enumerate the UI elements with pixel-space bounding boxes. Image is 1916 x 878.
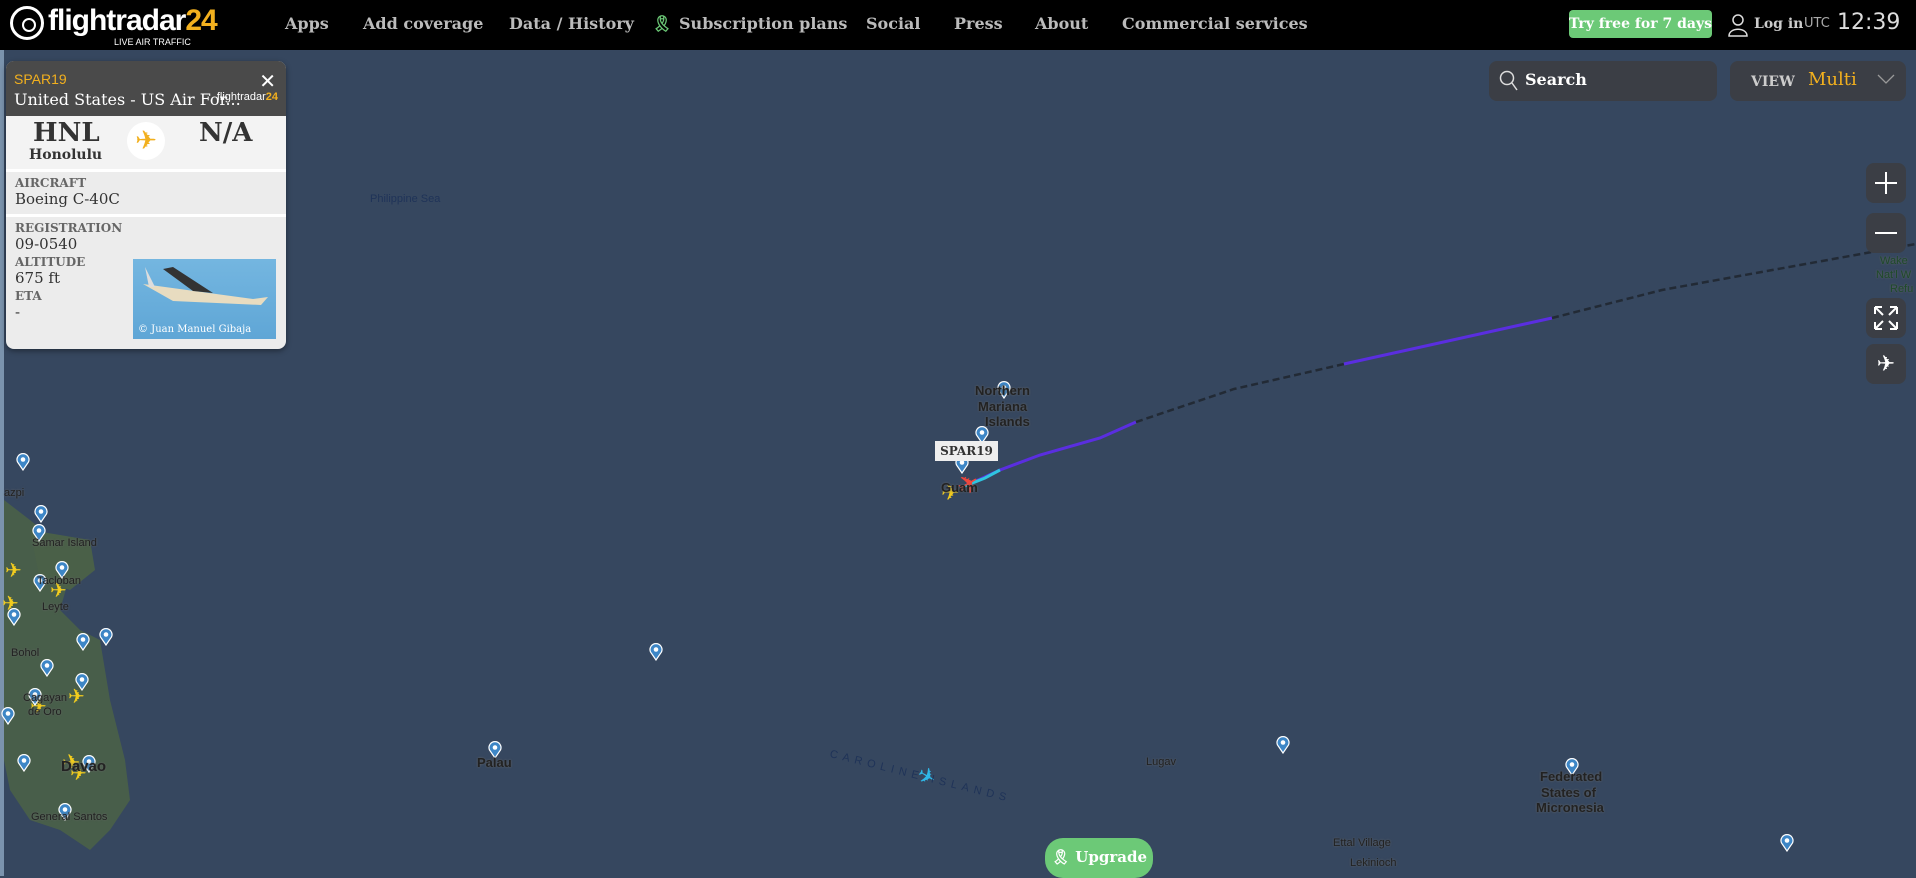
map-label: States of — [1541, 785, 1596, 800]
location-pin-icon[interactable] — [7, 608, 21, 626]
location-pin-icon[interactable] — [16, 453, 30, 471]
award-icon: 🎗 — [652, 14, 673, 33]
map-label: Leyte — [42, 601, 69, 613]
chevron-down-icon — [1877, 74, 1895, 84]
expand-icon — [1874, 306, 1898, 330]
map-label: Lekinioch — [1350, 857, 1397, 869]
map-label: Ettal Village — [1333, 837, 1391, 849]
map-label: Cagayan — [23, 692, 68, 704]
location-pin-icon[interactable] — [75, 673, 89, 691]
nav-apps[interactable]: Apps — [285, 14, 329, 33]
flightradar24-logo[interactable]: flightradar24 LIVE AIR TRAFFIC — [8, 4, 218, 48]
map-label: Federated — [1540, 769, 1603, 784]
view-label: VIEW — [1751, 74, 1795, 90]
map-label: General Santos — [31, 811, 108, 823]
search-icon — [1499, 70, 1518, 91]
upgrade-label: Upgrade — [1075, 848, 1147, 866]
close-icon[interactable]: ✕ — [259, 69, 276, 93]
map-label: Palau — [477, 755, 512, 770]
location-pin-icon[interactable] — [34, 505, 48, 523]
map-label: Guam — [941, 480, 978, 495]
nav-commercial-services[interactable]: Commercial services — [1122, 14, 1308, 33]
aircraft-photo[interactable]: © Juan Manuel Gibaja — [133, 259, 276, 339]
view-selector[interactable]: VIEW Multi — [1730, 61, 1906, 101]
map-label: Nat'l W — [1876, 269, 1912, 281]
user-icon[interactable] — [1728, 13, 1748, 37]
nav-press[interactable]: Press — [954, 14, 1003, 33]
flight-track-estimated-2 — [1551, 242, 1916, 320]
search-input[interactable]: Search — [1489, 61, 1717, 101]
aircraft-section: AIRCRAFT Boeing C-40C — [6, 172, 286, 217]
map-label: Philippine Sea — [370, 193, 441, 205]
location-pin-icon[interactable] — [649, 643, 663, 661]
try-free-button[interactable]: Try free for 7 days — [1569, 10, 1712, 38]
map-label: Lugav — [1146, 756, 1176, 768]
flight-panel-header: SPAR19 United States - US Air For... ✕ f… — [6, 61, 286, 116]
aircraft-label: AIRCRAFT — [15, 176, 87, 190]
search-placeholder: Search — [1525, 70, 1587, 89]
clock: 12:39 — [1837, 10, 1901, 35]
minus-icon — [1875, 232, 1897, 234]
aircraft-type: Boeing C-40C — [15, 190, 120, 208]
route-section: HNL Honolulu ✈ N/A — [6, 116, 286, 172]
map-label: Northern — [975, 383, 1030, 398]
map-label: Micronesia — [1536, 800, 1604, 815]
fullscreen-button[interactable] — [1866, 298, 1906, 338]
upgrade-button[interactable]: 🎗 Upgrade — [1045, 838, 1153, 878]
aircraft-callsign-label[interactable]: SPAR19 — [935, 441, 998, 461]
location-pin-icon[interactable] — [1276, 736, 1290, 754]
login-link[interactable]: Log in — [1754, 16, 1803, 32]
view-value: Multi — [1808, 69, 1857, 90]
origin-city: Honolulu — [29, 147, 103, 163]
nav-subscription-plans[interactable]: Subscription plans — [679, 14, 847, 33]
zoom-in-button[interactable] — [1866, 163, 1906, 203]
flight-track-estimated — [1135, 362, 1345, 424]
map-label: Bohol — [11, 647, 40, 659]
origin-code: HNL — [33, 118, 100, 148]
award-icon: 🎗 — [1051, 848, 1071, 866]
top-bar: flightradar24 LIVE AIR TRAFFIC Apps Add … — [0, 0, 1916, 50]
location-pin-icon[interactable] — [40, 659, 54, 677]
location-pin-icon[interactable] — [1, 707, 15, 725]
photo-credit: © Juan Manuel Gibaja — [138, 324, 252, 335]
location-pin-icon[interactable] — [17, 754, 31, 772]
timezone-label: UTC — [1804, 16, 1830, 31]
aircraft-icon: ✈ — [5, 558, 22, 582]
location-pin-icon[interactable] — [76, 633, 90, 651]
destination-code: N/A — [199, 118, 253, 148]
aircraft-filter-button[interactable]: ✈ — [1866, 344, 1906, 384]
location-pin-icon[interactable] — [1780, 834, 1794, 852]
aircraft-photo-image — [143, 267, 268, 305]
map-label: Wake — [1880, 255, 1908, 267]
location-pin-icon[interactable] — [99, 628, 113, 646]
zoom-out-button[interactable] — [1866, 213, 1906, 253]
map-label: Refu — [1890, 283, 1914, 295]
map-label: Davao — [61, 758, 107, 775]
map-label: Tacloban — [37, 575, 82, 587]
nav-social[interactable]: Social — [866, 14, 921, 33]
nav-add-coverage[interactable]: Add coverage — [363, 14, 483, 33]
planes-icon: ✈ — [1876, 351, 1896, 377]
registration-value: 09-0540 — [15, 235, 78, 253]
map-label: de Oro — [28, 706, 62, 718]
map-label: Mariana — [978, 399, 1028, 414]
plus-icon — [1875, 172, 1897, 194]
flight-info-panel: SPAR19 United States - US Air For... ✕ f… — [6, 61, 286, 349]
nav-about[interactable]: About — [1035, 14, 1088, 33]
map-label: azpi — [4, 487, 25, 499]
flight-track-segment — [1343, 316, 1553, 366]
callsign: SPAR19 — [14, 71, 67, 87]
nav-data-history[interactable]: Data / History — [509, 14, 634, 33]
radar-icon — [10, 6, 44, 40]
map-label: Islands — [985, 414, 1030, 429]
airplane-icon: ✈ — [127, 122, 165, 160]
map-label: Samar Island — [32, 537, 97, 549]
registration-label: REGISTRATION — [15, 221, 123, 235]
fr24-mini-logo: flightradar24 — [216, 91, 278, 103]
